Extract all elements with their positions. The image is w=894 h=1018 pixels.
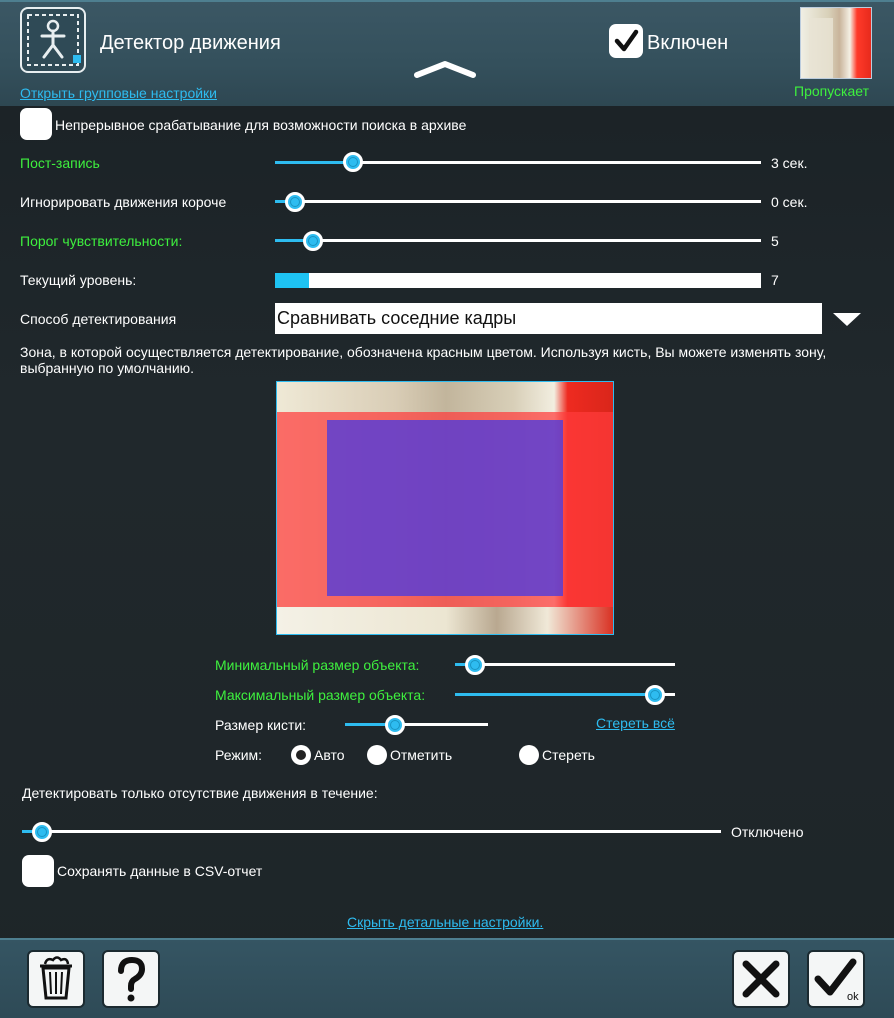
header: Детектор движения Включен Пропускает Отк…	[0, 0, 894, 106]
brush-size-label: Размер кисти:	[215, 717, 307, 733]
min-size-slider-track[interactable]	[455, 663, 675, 666]
mode-erase-label[interactable]: Стереть	[542, 747, 595, 763]
ignore-short-value: 0 сек.	[771, 194, 808, 210]
help-icon	[118, 956, 146, 1002]
chevron-down-icon[interactable]	[832, 312, 862, 333]
delete-button[interactable]	[27, 950, 85, 1008]
mode-erase-radio[interactable]	[519, 745, 539, 765]
mode-auto-label[interactable]: Авто	[314, 747, 345, 763]
current-level-value: 7	[771, 272, 779, 288]
absence-slider-track[interactable]	[22, 830, 721, 833]
svg-text:ok: ok	[847, 991, 859, 1003]
enabled-label: Включен	[647, 32, 729, 54]
post-record-value: 3 сек.	[771, 155, 808, 171]
ok-icon: ok	[814, 958, 859, 1003]
ok-button[interactable]: ok	[807, 950, 865, 1008]
enabled-checkbox[interactable]	[609, 24, 643, 58]
sensitivity-slider-track[interactable]	[275, 239, 761, 242]
camera-frame-bottom	[277, 607, 613, 634]
detection-method-label: Способ детектирования	[20, 311, 177, 327]
camera-preview-thumbnail[interactable]	[800, 7, 872, 79]
post-record-slider-knob[interactable]	[343, 152, 363, 172]
mode-mark-label[interactable]: Отметить	[390, 747, 452, 763]
post-record-label: Пост-запись	[20, 155, 100, 171]
current-level-label: Текущий уровень:	[20, 272, 137, 288]
preview-status: Пропускает	[794, 83, 870, 99]
max-size-label: Максимальный размер объекта:	[215, 687, 426, 703]
brush-size-slider-knob[interactable]	[385, 715, 405, 735]
cancel-button[interactable]	[732, 950, 790, 1008]
sensitivity-slider-knob[interactable]	[303, 231, 323, 251]
absence-value: Отключено	[731, 824, 804, 840]
current-level-bar-fill	[275, 273, 309, 288]
zone-hint: Зона, в которой осуществляется детектиро…	[20, 344, 827, 376]
blue-zone-overlay	[327, 420, 563, 596]
absence-label: Детектировать только отсутствие движения…	[22, 785, 378, 801]
close-icon	[742, 960, 780, 998]
checkmark-icon	[614, 29, 639, 52]
mode-label: Режим:	[215, 747, 263, 763]
sensitivity-value: 5	[771, 233, 779, 249]
continuous-checkbox[interactable]	[20, 108, 52, 140]
clear-all-link[interactable]: Стереть всё	[596, 715, 675, 731]
csv-label: Сохранять данные в CSV-отчет	[57, 863, 263, 879]
continuous-label: Непрерывное срабатывание для возможности…	[55, 117, 467, 133]
zone-editor-canvas[interactable]	[276, 381, 614, 635]
help-button[interactable]	[102, 950, 160, 1008]
mode-mark-radio[interactable]	[367, 745, 387, 765]
page-title: Детектор движения	[100, 32, 281, 54]
min-size-label: Минимальный размер объекта:	[215, 657, 420, 673]
max-size-slider-knob[interactable]	[645, 685, 665, 705]
min-size-slider-knob[interactable]	[465, 655, 485, 675]
absence-slider-knob[interactable]	[32, 822, 52, 842]
post-record-slider-fill	[275, 161, 353, 164]
max-size-slider-fill	[455, 693, 655, 696]
hide-details-link[interactable]: Скрыть детальные настройки.	[347, 914, 543, 930]
sensitivity-label: Порог чувствительности:	[20, 233, 183, 249]
ignore-short-label: Игнорировать движения короче	[20, 194, 227, 210]
group-settings-link[interactable]: Открыть групповые настройки	[20, 85, 217, 101]
ignore-short-slider-track[interactable]	[275, 200, 761, 203]
current-level-bar	[275, 273, 761, 288]
csv-checkbox[interactable]	[22, 855, 54, 887]
chevron-up-icon[interactable]	[414, 60, 476, 83]
mode-auto-radio[interactable]	[291, 745, 311, 765]
ignore-short-slider-knob[interactable]	[285, 192, 305, 212]
detection-method-select[interactable]: Сравнивать соседние кадры	[275, 303, 822, 334]
footer-toolbar: ok	[0, 938, 894, 1018]
motion-detector-icon	[20, 7, 86, 73]
trash-icon	[40, 956, 72, 1000]
